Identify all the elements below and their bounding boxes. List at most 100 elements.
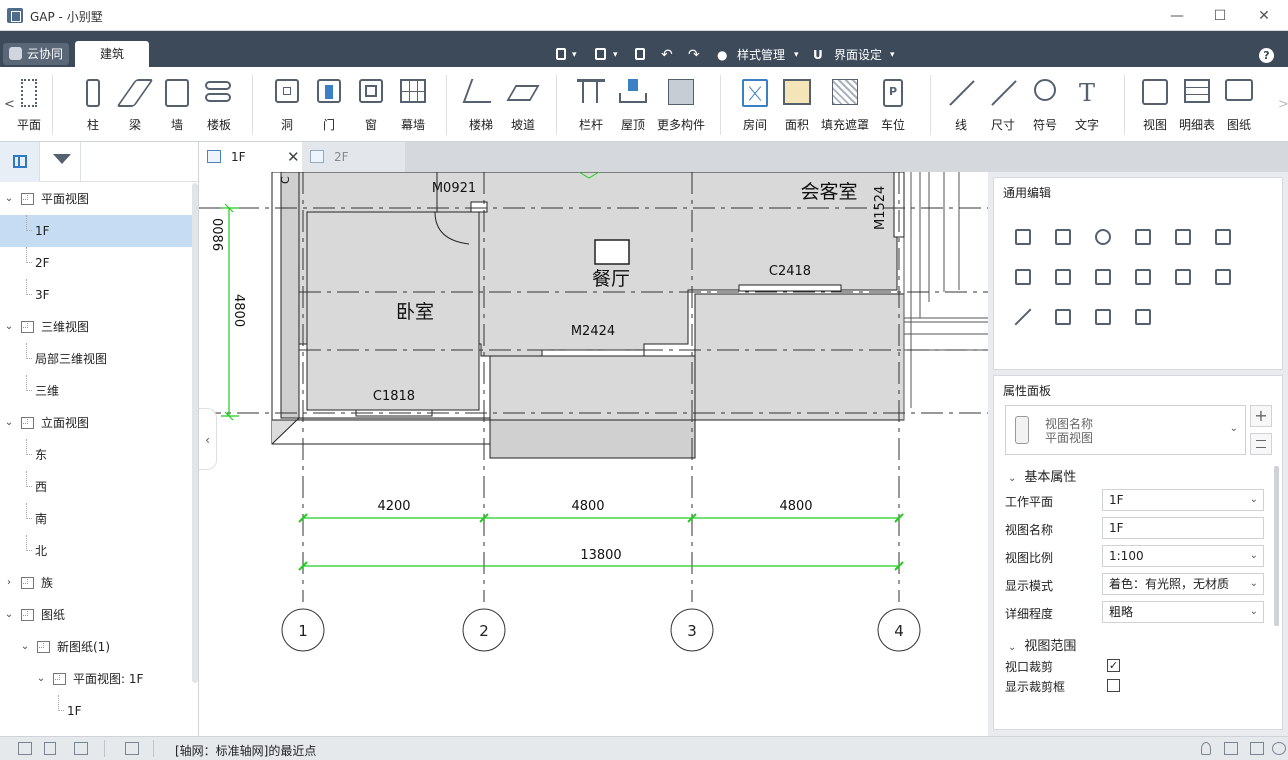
tree-item[interactable]: ⌄ 新图纸(1): [0, 631, 192, 663]
property-select[interactable]: 1:100 ⌄: [1102, 545, 1264, 567]
tree-item[interactable]: 2F: [0, 247, 192, 279]
tab-cloud-collab[interactable]: 云协同: [3, 43, 69, 65]
tree-item[interactable]: 南: [0, 503, 192, 535]
ui-settings-dropdown-icon[interactable]: ▾: [890, 46, 895, 64]
tree-item[interactable]: ⌄ 图纸: [0, 599, 192, 631]
layout-tile-icon[interactable]: [74, 742, 88, 755]
snap-icon[interactable]: [1250, 742, 1264, 755]
property-select[interactable]: 1F ⌄: [1102, 489, 1264, 511]
type-selector[interactable]: 视图名称 平面视图 ⌄: [1005, 405, 1246, 455]
tool-curtain-wall-button[interactable]: 幕墙: [389, 75, 437, 137]
match-icon[interactable]: [1092, 306, 1114, 328]
checkbox[interactable]: [1107, 679, 1120, 692]
ribbon-scroll-right-icon[interactable]: >: [1278, 97, 1288, 112]
maximize-button[interactable]: ☐: [1206, 6, 1234, 26]
split-icon[interactable]: [1132, 226, 1154, 248]
chevron-down-icon[interactable]: ⌄: [4, 407, 14, 439]
open-file-icon[interactable]: [595, 48, 606, 60]
tree-item[interactable]: 局部三维视图: [0, 343, 192, 375]
layout-split-icon[interactable]: [44, 742, 56, 755]
offset-icon[interactable]: [1212, 226, 1234, 248]
array-icon[interactable]: [1012, 266, 1034, 288]
drawing-canvas[interactable]: 会客室 餐厅 卧室 M0921 M2424 C2418 C1818 M1524 …: [199, 172, 988, 736]
chevron-down-icon[interactable]: ⌄: [20, 631, 30, 663]
copy-icon[interactable]: [1052, 226, 1074, 248]
tool-more-components-button[interactable]: 更多构件: [657, 75, 705, 137]
mirror-line-icon[interactable]: [1132, 266, 1154, 288]
tree-item[interactable]: ⌄ 立面视图: [0, 407, 192, 439]
property-select[interactable]: 着色：有光照，无材质 ⌄: [1102, 573, 1264, 595]
mirror-icon[interactable]: [1212, 266, 1234, 288]
layout-grid-icon[interactable]: [18, 742, 32, 755]
tree-connector: [26, 343, 32, 359]
add-type-button[interactable]: +: [1250, 405, 1272, 427]
floor-plan-drawing[interactable]: 会客室 餐厅 卧室 M0921 M2424 C2418 C1818 M1524 …: [199, 172, 988, 736]
new-file-dropdown-icon[interactable]: ▾: [572, 46, 577, 64]
new-file-icon[interactable]: [556, 48, 566, 60]
tool-plane-button[interactable]: 平面: [5, 75, 45, 137]
tab-architecture[interactable]: 建筑: [75, 41, 149, 67]
basic-properties-header[interactable]: ⌄ 基本属性: [1008, 466, 1076, 485]
minimize-button[interactable]: —: [1163, 6, 1191, 26]
group-icon[interactable]: [1172, 266, 1194, 288]
light-icon[interactable]: [1201, 742, 1211, 755]
view-range-header[interactable]: ⌄ 视图范围: [1008, 635, 1076, 654]
tree-item[interactable]: ⌄ 平面视图: [0, 183, 192, 215]
tree-item[interactable]: › 族: [0, 567, 192, 599]
tree-item[interactable]: ⌄ 三维视图: [0, 311, 192, 343]
tree-item[interactable]: 1F: [0, 695, 192, 727]
table-icon[interactable]: [125, 742, 139, 755]
measure-icon[interactable]: [1132, 306, 1154, 328]
tree-item[interactable]: ⌄ 平面视图: 1F: [0, 663, 192, 695]
ribbon-toolbar: < > 平面 柱 梁 墙 楼板 洞 门 窗 幕墙 楼梯 坡道 栏杆 屋顶 更多构…: [0, 67, 1288, 142]
edit-type-button[interactable]: [1250, 433, 1272, 455]
delete-icon[interactable]: [1012, 306, 1034, 328]
rotate-icon[interactable]: [1092, 226, 1114, 248]
tool-parking-button[interactable]: P 车位: [869, 75, 917, 137]
tool-text-button[interactable]: T 文字: [1063, 75, 1111, 137]
filter-button[interactable]: [41, 142, 81, 182]
save-icon[interactable]: [635, 48, 645, 60]
close-tab-icon[interactable]: ✕: [287, 142, 300, 172]
tree-item[interactable]: 3F: [0, 279, 192, 311]
trim-icon[interactable]: [1052, 266, 1074, 288]
browser-tree-button[interactable]: [0, 142, 40, 182]
chevron-right-icon[interactable]: ›: [4, 567, 14, 599]
align-icon[interactable]: [1172, 226, 1194, 248]
tree-item[interactable]: 西: [0, 471, 192, 503]
stretch-icon[interactable]: [1052, 306, 1074, 328]
tree-item[interactable]: 三维: [0, 375, 192, 407]
chevron-down-icon[interactable]: ⌄: [4, 599, 14, 631]
move-icon[interactable]: [1012, 226, 1034, 248]
collapse-panel-button[interactable]: ‹: [199, 408, 217, 470]
chevron-down-icon[interactable]: ⌄: [4, 183, 14, 215]
settings-status-icon[interactable]: [1272, 742, 1286, 755]
tool-sheet-button[interactable]: 图纸: [1215, 75, 1263, 137]
properties-scrollbar[interactable]: [1274, 466, 1279, 626]
visibility-icon[interactable]: [1224, 742, 1238, 755]
help-icon[interactable]: ?: [1259, 48, 1274, 63]
style-manage-menu[interactable]: 样式管理: [737, 46, 785, 64]
view-node-icon: [21, 609, 34, 621]
chevron-down-icon[interactable]: ⌄: [36, 663, 46, 695]
ui-settings-menu[interactable]: 界面设定: [834, 46, 882, 64]
property-input[interactable]: 1F: [1102, 517, 1264, 539]
style-manage-dropdown-icon[interactable]: ▾: [794, 46, 799, 64]
chevron-down-icon[interactable]: ⌄: [4, 311, 14, 343]
open-file-dropdown-icon[interactable]: ▾: [613, 46, 618, 64]
tab-1f[interactable]: 1F ✕: [199, 142, 302, 172]
undo-icon[interactable]: ↶: [661, 46, 673, 64]
browser-scrollbar[interactable]: [192, 183, 198, 683]
property-select[interactable]: 粗略 ⌄: [1102, 601, 1264, 623]
tool-floor-slab-button[interactable]: 楼板: [195, 75, 243, 137]
redo-icon[interactable]: ↷: [688, 46, 700, 64]
checkbox[interactable]: ✓: [1107, 659, 1120, 672]
tree-item[interactable]: 1F: [0, 215, 192, 247]
extend-icon[interactable]: [1092, 266, 1114, 288]
close-window-button[interactable]: ✕: [1250, 6, 1278, 26]
tab-2f[interactable]: 2F: [302, 142, 405, 172]
tree-item[interactable]: 北: [0, 535, 192, 567]
tree-item[interactable]: 东: [0, 439, 192, 471]
tree-connector: [26, 439, 32, 455]
tool-ramp-button[interactable]: 坡道: [499, 75, 547, 137]
